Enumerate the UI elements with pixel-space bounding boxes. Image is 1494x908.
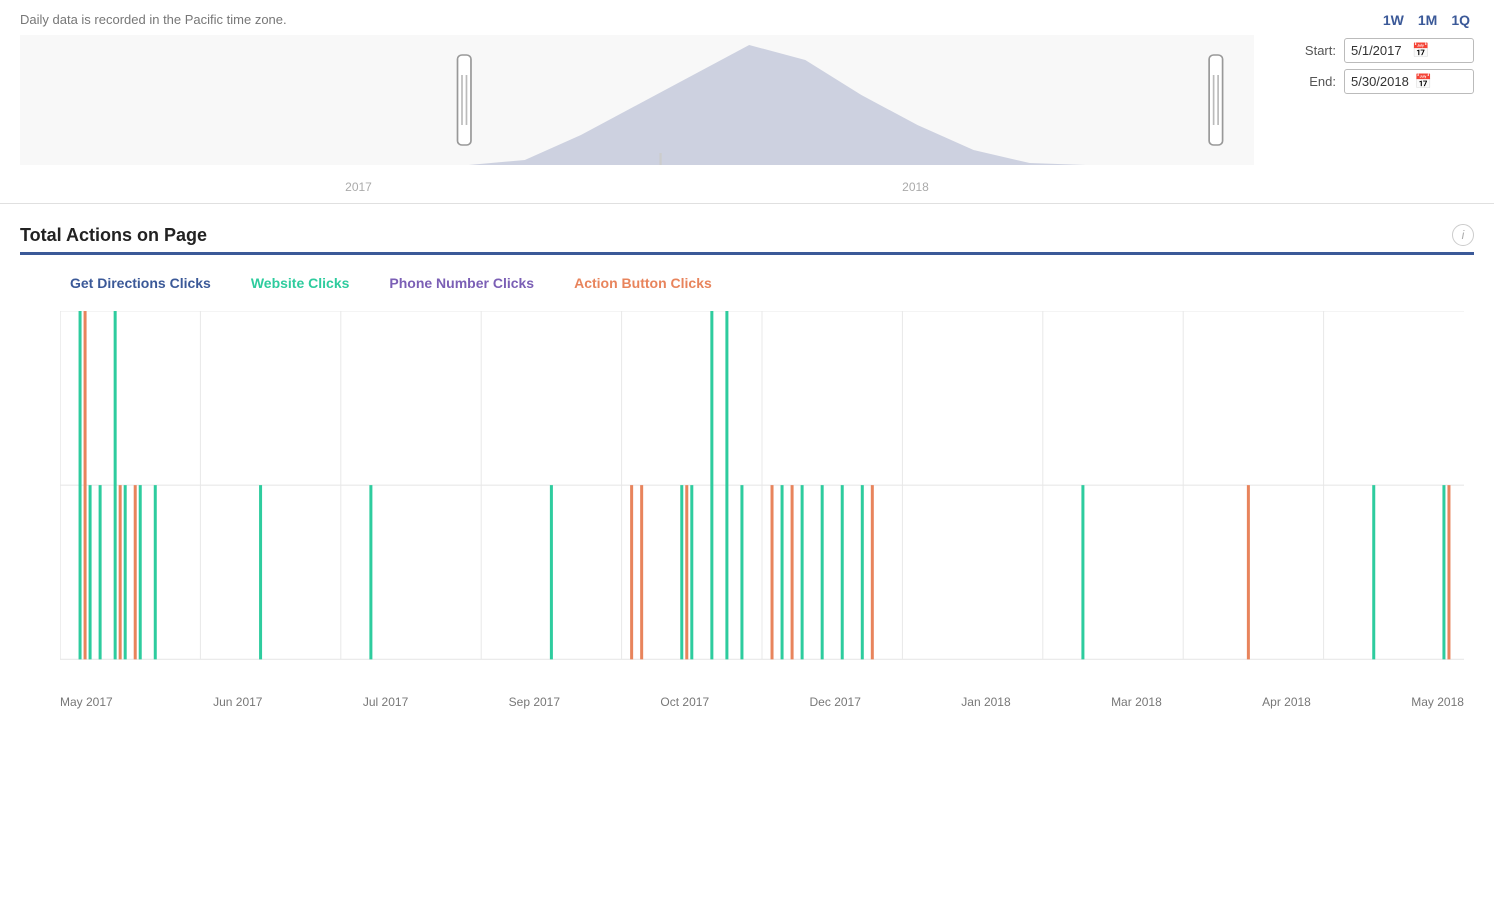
end-date-value: 5/30/2018 — [1351, 74, 1409, 89]
minimap-year-2018: 2018 — [902, 180, 929, 194]
x-label-jan2018: Jan 2018 — [961, 695, 1010, 709]
time-range-buttons: 1W 1M 1Q — [1379, 10, 1474, 30]
legend-row: Get Directions Clicks Website Clicks Pho… — [20, 275, 1474, 291]
chart-title-row: Total Actions on Page i — [20, 224, 1474, 255]
legend-action: Action Button Clicks — [574, 275, 712, 291]
chart-svg: 2 1 0 — [60, 311, 1464, 691]
start-date-row: Start: 5/1/2017 📅 — [1301, 38, 1474, 63]
minimap-labels: 2017 2018 — [20, 180, 1254, 194]
end-date-row: End: 5/30/2018 📅 — [1301, 69, 1474, 94]
time-controls: 1W 1M 1Q Start: 5/1/2017 📅 End: 5/30/201… — [1301, 10, 1474, 100]
x-label-jun2017: Jun 2017 — [213, 695, 262, 709]
start-date-value: 5/1/2017 — [1351, 43, 1406, 58]
end-label: End: — [1301, 74, 1336, 89]
minimap-svg — [20, 35, 1254, 175]
x-label-may2017: May 2017 — [60, 695, 113, 709]
x-label-dec2017: Dec 2017 — [810, 695, 861, 709]
x-label-sep2017: Sep 2017 — [509, 695, 560, 709]
chart-area: 2 1 0 — [60, 311, 1464, 691]
end-date-input[interactable]: 5/30/2018 📅 — [1344, 69, 1474, 94]
minimap-year-2017: 2017 — [345, 180, 372, 194]
x-label-oct2017: Oct 2017 — [660, 695, 709, 709]
legend-website: Website Clicks — [251, 275, 350, 291]
btn-1q[interactable]: 1Q — [1447, 10, 1474, 30]
legend-phone: Phone Number Clicks — [389, 275, 534, 291]
x-label-apr2018: Apr 2018 — [1262, 695, 1311, 709]
legend-directions: Get Directions Clicks — [70, 275, 211, 291]
x-axis-labels: May 2017 Jun 2017 Jul 2017 Sep 2017 Oct … — [60, 695, 1464, 709]
btn-1m[interactable]: 1M — [1414, 10, 1441, 30]
x-label-may2018: May 2018 — [1411, 695, 1464, 709]
chart-title: Total Actions on Page — [20, 225, 207, 246]
minimap-area: 2017 2018 — [20, 35, 1254, 195]
end-calendar-icon[interactable]: 📅 — [1415, 73, 1467, 90]
start-date-input[interactable]: 5/1/2017 📅 — [1344, 38, 1474, 63]
chart-section: Total Actions on Page i Get Directions C… — [0, 204, 1494, 719]
x-label-jul2017: Jul 2017 — [363, 695, 408, 709]
top-section: Daily data is recorded in the Pacific ti… — [0, 0, 1494, 204]
start-label: Start: — [1301, 43, 1336, 58]
btn-1w[interactable]: 1W — [1379, 10, 1408, 30]
timezone-note: Daily data is recorded in the Pacific ti… — [20, 12, 1474, 27]
info-icon[interactable]: i — [1452, 224, 1474, 246]
x-label-mar2018: Mar 2018 — [1111, 695, 1162, 709]
start-calendar-icon[interactable]: 📅 — [1412, 42, 1467, 59]
